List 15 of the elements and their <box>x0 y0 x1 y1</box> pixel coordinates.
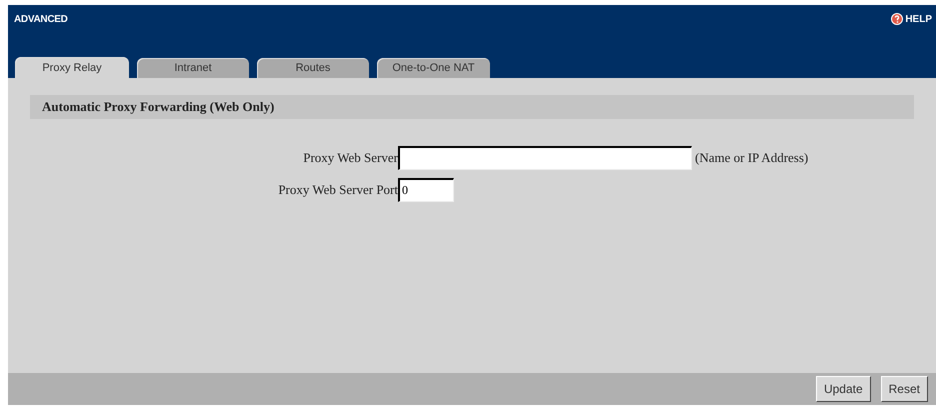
tab[interactable]: Proxy Relay <box>15 57 129 78</box>
help-link[interactable]: HELP <box>891 13 932 25</box>
form-button[interactable]: Update <box>816 376 871 402</box>
field-label: Proxy Web Server <box>302 150 398 166</box>
input-field[interactable]: 0 <box>398 178 454 202</box>
hint-text: (Name or IP Address) <box>695 150 808 166</box>
window-title: ADVANCED <box>14 14 68 24</box>
form-button[interactable]: Reset <box>880 376 928 402</box>
tab[interactable]: One-to-One NAT <box>377 58 490 78</box>
tab[interactable]: Intranet <box>137 58 249 78</box>
help-icon <box>891 13 904 25</box>
section-heading: Automatic Proxy Forwarding (Web Only) <box>30 95 914 119</box>
tab[interactable]: Routes <box>257 58 369 78</box>
input-field[interactable] <box>398 146 692 170</box>
field-label: Proxy Web Server Port <box>277 182 398 198</box>
